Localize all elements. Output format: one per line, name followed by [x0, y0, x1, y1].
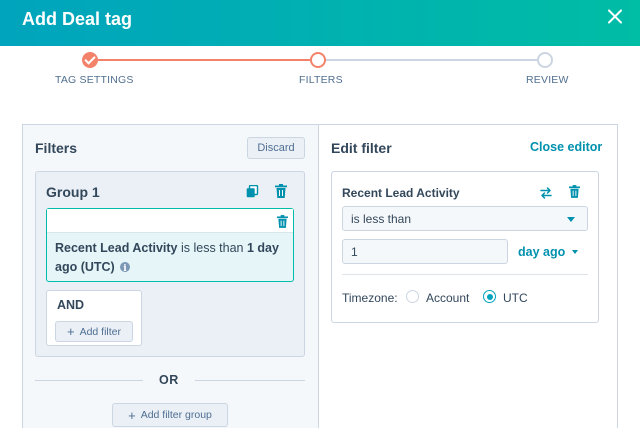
add-filter-label: Add filter	[79, 325, 122, 338]
swap-icon[interactable]	[539, 186, 553, 200]
add-filter-button[interactable]: + Add filter	[55, 321, 133, 342]
chevron-down-icon	[572, 250, 578, 254]
filters-title: Filters	[35, 140, 78, 156]
filter-operator: is less than	[177, 241, 247, 255]
plus-icon: +	[66, 324, 75, 339]
add-filter-group-button[interactable]: + Add filter group	[112, 403, 228, 427]
filter-card-toolbar	[47, 209, 293, 233]
modal-title: Add Deal tag	[22, 9, 133, 29]
stepper: TAG SETTINGS FILTERS REVIEW	[0, 46, 640, 96]
operator-select[interactable]: is less than	[342, 206, 588, 231]
filters-panel: Filters Discard Group 1 Recent Lead Acti…	[22, 124, 318, 428]
edit-filter-card: Recent Lead Activity is less than day ag…	[331, 171, 599, 323]
step-label-review: REVIEW	[526, 74, 569, 86]
step-pending-dot	[537, 52, 553, 68]
modal-header: Add Deal tag	[0, 0, 640, 46]
timezone-label: Timezone:	[342, 291, 398, 305]
and-label: AND	[57, 298, 85, 312]
step-label-filters: FILTERS	[299, 74, 343, 86]
operator-value: is less than	[351, 212, 412, 226]
step-done-check-icon[interactable]	[82, 52, 98, 68]
timezone-option-account[interactable]: Account	[426, 291, 469, 305]
value-input[interactable]	[342, 239, 508, 264]
copy-icon[interactable]	[246, 185, 259, 198]
unit-value: day ago	[518, 245, 566, 259]
group-title: Group 1	[46, 184, 100, 200]
filter-summary: Recent Lead Activity is less than 1 day …	[55, 239, 291, 279]
trash-icon[interactable]	[569, 185, 580, 198]
filter-property: Recent Lead Activity	[55, 241, 178, 255]
step-connector-done	[98, 59, 310, 61]
chevron-down-icon	[567, 217, 575, 222]
or-label: OR	[159, 373, 179, 387]
timezone-radio-account[interactable]	[406, 290, 419, 303]
filter-card[interactable]: Recent Lead Activity is less than 1 day …	[46, 208, 294, 282]
timezone-radio-utc[interactable]	[483, 290, 496, 303]
property-name: Recent Lead Activity	[342, 186, 460, 200]
filter-group-card: Group 1 Recent Lead Activity is less tha…	[35, 171, 305, 357]
plus-icon: +	[128, 407, 136, 423]
divider-line	[195, 380, 305, 381]
step-connector-pending	[326, 59, 538, 61]
trash-icon[interactable]	[277, 215, 288, 228]
step-label-tag-settings[interactable]: TAG SETTINGS	[55, 74, 134, 86]
edit-filter-title: Edit filter	[331, 140, 392, 156]
edit-filter-panel: Edit filter Close editor Recent Lead Act…	[318, 124, 618, 428]
info-icon[interactable]	[120, 260, 131, 279]
unit-select[interactable]: day ago	[518, 245, 578, 259]
discard-button[interactable]: Discard	[247, 137, 305, 159]
step-current-dot	[310, 52, 326, 68]
filter-timezone: (UTC)	[77, 260, 115, 274]
divider	[342, 274, 588, 275]
add-filter-group-label: Add filter group	[140, 409, 212, 421]
divider-line	[35, 380, 143, 381]
trash-icon[interactable]	[275, 184, 287, 198]
close-icon[interactable]	[604, 6, 626, 28]
or-divider: OR	[35, 372, 305, 388]
close-editor-link[interactable]: Close editor	[530, 140, 602, 154]
timezone-option-utc[interactable]: UTC	[503, 291, 528, 305]
and-block: AND + Add filter	[46, 290, 142, 346]
